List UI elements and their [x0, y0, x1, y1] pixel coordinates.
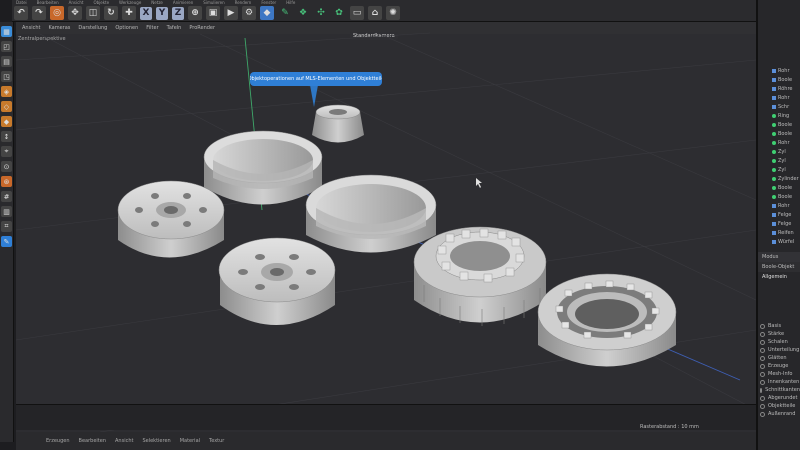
attribute-section-tab[interactable]: Allgemein [758, 272, 800, 282]
object-item[interactable]: Rohr [758, 138, 800, 147]
attribute-object-title: Boole-Objekt [758, 262, 800, 272]
bottom-menu-material[interactable]: Material [180, 438, 200, 444]
cinema4d-screen: ↶ ↷ ◎ ✥ ◫ ↻ ✚ X Y Z ⊕ ▣ ▶ ⚙ ◆ ✎ ❖ ✣ ✿ ▭ … [0, 0, 800, 450]
middle-ring-object[interactable] [305, 174, 437, 253]
object-item[interactable]: Ring [758, 111, 800, 120]
bottom-menu-select[interactable]: Selektieren [142, 438, 170, 444]
object-item[interactable]: Rohr [758, 93, 800, 102]
object-item[interactable]: Boole [758, 129, 800, 138]
bottom-menu-edit[interactable]: Bearbeiten [79, 438, 106, 444]
gear-ring-flat-object[interactable] [537, 273, 677, 367]
object-item[interactable]: Reifen [758, 228, 800, 237]
object-item[interactable]: Zyl [758, 165, 800, 174]
object-item[interactable]: Boole [758, 75, 800, 84]
wheel-hub-object[interactable] [117, 180, 225, 258]
object-manager-panel: Rohr Boole Röhre Rohr Schr Ring Boole Bo… [756, 0, 800, 450]
object-item[interactable]: Boole [758, 120, 800, 129]
attribute-row[interactable]: Abgerundet [758, 394, 800, 402]
tooltip-pointer [310, 85, 318, 107]
gear-ring-object[interactable] [413, 226, 547, 326]
object-item[interactable]: Würfel [758, 237, 800, 246]
object-item[interactable]: Rohr [758, 66, 800, 75]
object-item[interactable]: Felge [758, 219, 800, 228]
object-item[interactable]: Felge [758, 210, 800, 219]
attribute-row[interactable]: Schalen [758, 338, 800, 346]
object-item[interactable]: Rohr [758, 201, 800, 210]
attribute-row[interactable]: Stärke [758, 330, 800, 338]
attribute-mode-menu[interactable]: Modus [758, 252, 800, 262]
large-ring-object[interactable] [203, 130, 323, 205]
tooltip: Objektoperationen auf MLS-Elementen und … [250, 72, 382, 86]
object-item[interactable]: Schr [758, 102, 800, 111]
object-item[interactable]: Zyl [758, 156, 800, 165]
attribute-row[interactable]: Glätten [758, 354, 800, 362]
bottom-menu-texture[interactable]: Textur [209, 438, 224, 444]
cone-bushing-object[interactable] [312, 104, 364, 143]
scene-objects [15, 32, 757, 433]
material-manager-menu: Erzeugen Bearbeiten Ansicht Selektieren … [16, 432, 756, 450]
attribute-row[interactable]: Außenrand [758, 410, 800, 418]
bottom-menu-view[interactable]: Ansicht [115, 438, 133, 444]
attribute-row[interactable]: Innenkanten [758, 378, 800, 386]
attribute-row[interactable]: Objektteile [758, 402, 800, 410]
attribute-row[interactable]: Unterteilung [758, 346, 800, 354]
grid-spacing-readout: Rasterabstand : 10 mm [640, 424, 699, 430]
bottom-menu-create[interactable]: Erzeugen [46, 438, 70, 444]
object-item[interactable]: Zyl [758, 147, 800, 156]
wheel-hub-front-object[interactable] [218, 237, 336, 325]
attribute-row[interactable]: Schnittkanten [758, 386, 800, 394]
attribute-row[interactable]: Basis [758, 322, 800, 330]
object-item[interactable]: Boole [758, 192, 800, 201]
attribute-row[interactable]: Mesh-Info [758, 370, 800, 378]
object-item[interactable]: Röhre [758, 84, 800, 93]
object-item[interactable]: Zylinder [758, 174, 800, 183]
attribute-row[interactable]: Erzeuge [758, 362, 800, 370]
mouse-cursor-icon [476, 178, 482, 188]
object-item[interactable]: Boole [758, 183, 800, 192]
